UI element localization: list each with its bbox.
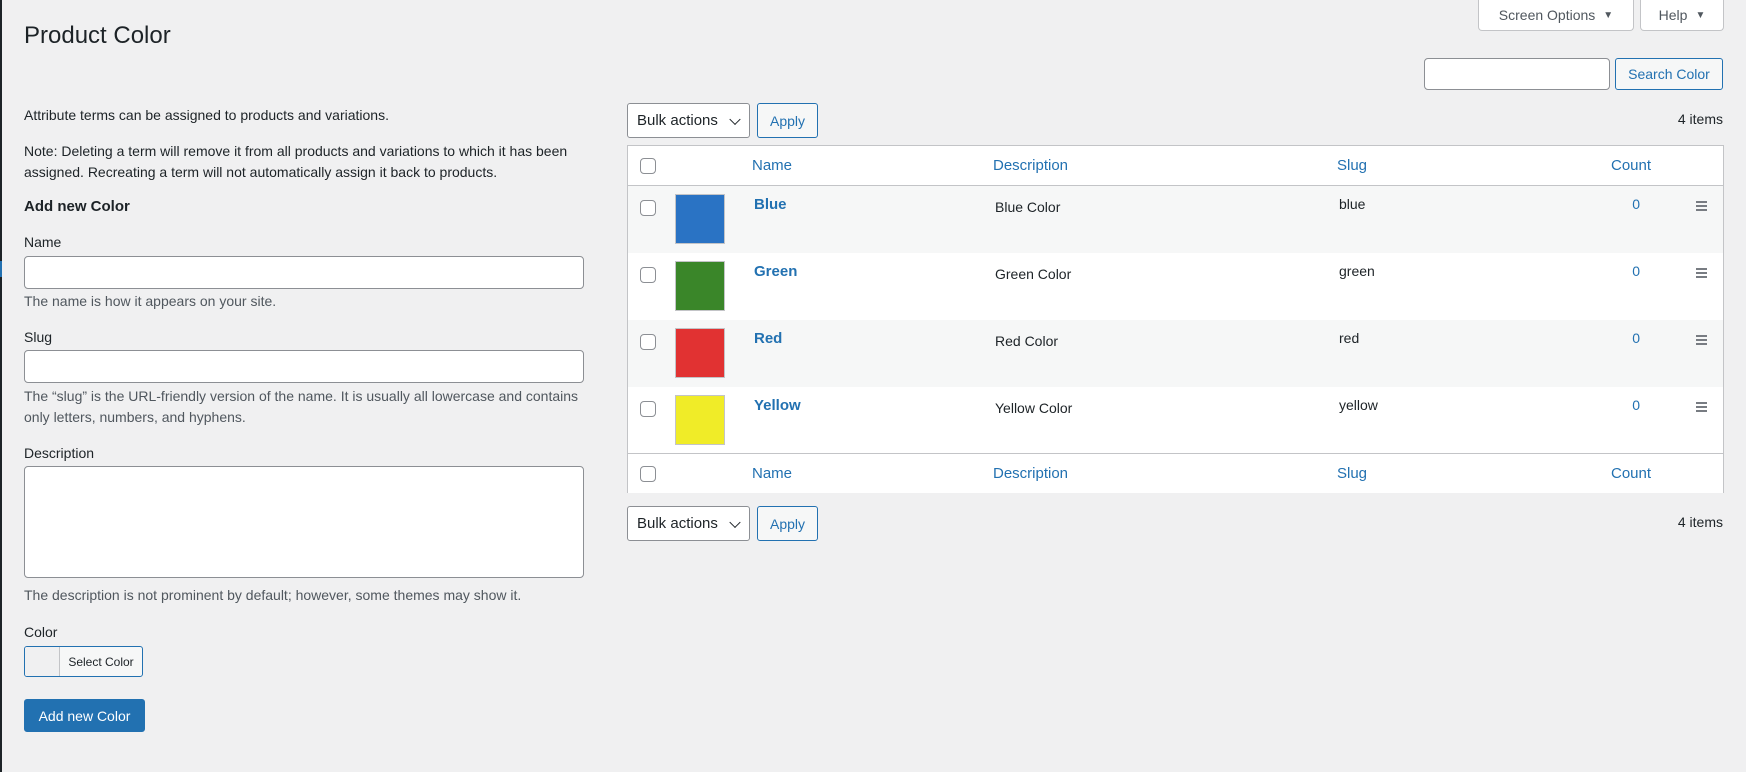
apply-button-bottom[interactable]: Apply — [757, 506, 818, 541]
drag-handle-icon[interactable] — [1696, 402, 1707, 414]
color-preview-swatch — [25, 647, 60, 676]
select-color-label: Select Color — [68, 654, 134, 669]
description-field[interactable] — [24, 466, 584, 578]
add-new-color-button[interactable]: Add new Color — [24, 699, 145, 732]
bulk-actions-label: Bulk actions — [637, 515, 718, 532]
screen-options-button[interactable]: Screen Options ▼ — [1478, 0, 1634, 31]
add-new-heading: Add new Color — [24, 198, 130, 215]
drag-handle-icon[interactable] — [1696, 201, 1707, 213]
slug-field[interactable] — [24, 350, 584, 383]
search-color-button[interactable]: Search Color — [1615, 58, 1723, 90]
column-footer-count[interactable]: Count — [1611, 454, 1651, 493]
name-field[interactable] — [24, 256, 584, 289]
term-count-link[interactable]: 0 — [628, 196, 1640, 212]
items-count-bottom: 4 items — [1677, 514, 1723, 530]
table-header: Name Description Slug Count — [628, 146, 1723, 186]
bulk-actions-select-bottom[interactable]: Bulk actions — [627, 506, 750, 541]
table-row: Yellow Yellow Color yellow 0 — [628, 387, 1723, 454]
caret-down-icon: ▼ — [1603, 9, 1614, 21]
help-button[interactable]: Help ▼ — [1640, 0, 1724, 31]
help-label: Help — [1658, 7, 1688, 23]
column-footer-slug[interactable]: Slug — [1337, 454, 1367, 493]
column-header-count[interactable]: Count — [1611, 146, 1651, 185]
note-text: Note: Deleting a term will remove it fro… — [24, 143, 568, 180]
terms-table: Name Description Slug Count Blue Blue Co… — [627, 145, 1724, 493]
chevron-down-icon — [729, 516, 741, 528]
column-footer-description[interactable]: Description — [993, 454, 1068, 493]
column-header-slug[interactable]: Slug — [1337, 146, 1367, 185]
bulk-actions-label: Bulk actions — [637, 112, 718, 129]
column-header-name[interactable]: Name — [752, 146, 792, 185]
drag-handle-icon[interactable] — [1696, 335, 1707, 347]
caret-down-icon: ▼ — [1695, 9, 1706, 21]
term-count-link[interactable]: 0 — [628, 330, 1640, 346]
page-title: Product Color — [24, 22, 171, 49]
table-row: Green Green Color green 0 — [628, 253, 1723, 320]
admin-menu-active-marker — [0, 261, 2, 277]
table-row: Red Red Color red 0 — [628, 320, 1723, 387]
color-picker-button[interactable]: Select Color — [24, 646, 143, 677]
column-footer-name[interactable]: Name — [752, 454, 792, 493]
apply-button-top[interactable]: Apply — [757, 103, 818, 138]
select-all-checkbox-bottom[interactable] — [640, 466, 656, 482]
slug-help: The “slug” is the URL-friendly version o… — [24, 388, 579, 425]
intro-text: Attribute terms can be assigned to produ… — [24, 107, 389, 123]
table-footer: Name Description Slug Count — [628, 453, 1723, 493]
items-count-top: 4 items — [1677, 111, 1723, 127]
term-count-link[interactable]: 0 — [628, 397, 1640, 413]
chevron-down-icon — [729, 113, 741, 125]
name-label: Name — [24, 234, 62, 250]
term-count-link[interactable]: 0 — [628, 263, 1640, 279]
screen-options-label: Screen Options — [1498, 7, 1596, 23]
color-label: Color — [24, 624, 58, 640]
search-input[interactable] — [1424, 58, 1610, 90]
column-header-description[interactable]: Description — [993, 146, 1068, 185]
table-row: Blue Blue Color blue 0 — [628, 186, 1723, 253]
select-all-checkbox-top[interactable] — [640, 158, 656, 174]
slug-label: Slug — [24, 329, 53, 345]
description-help: The description is not prominent by defa… — [24, 587, 522, 603]
description-label: Description — [24, 445, 95, 461]
bulk-actions-select-top[interactable]: Bulk actions — [627, 103, 750, 138]
drag-handle-icon[interactable] — [1696, 268, 1707, 280]
name-help: The name is how it appears on your site. — [24, 293, 277, 309]
admin-menu-edge — [0, 0, 2, 772]
